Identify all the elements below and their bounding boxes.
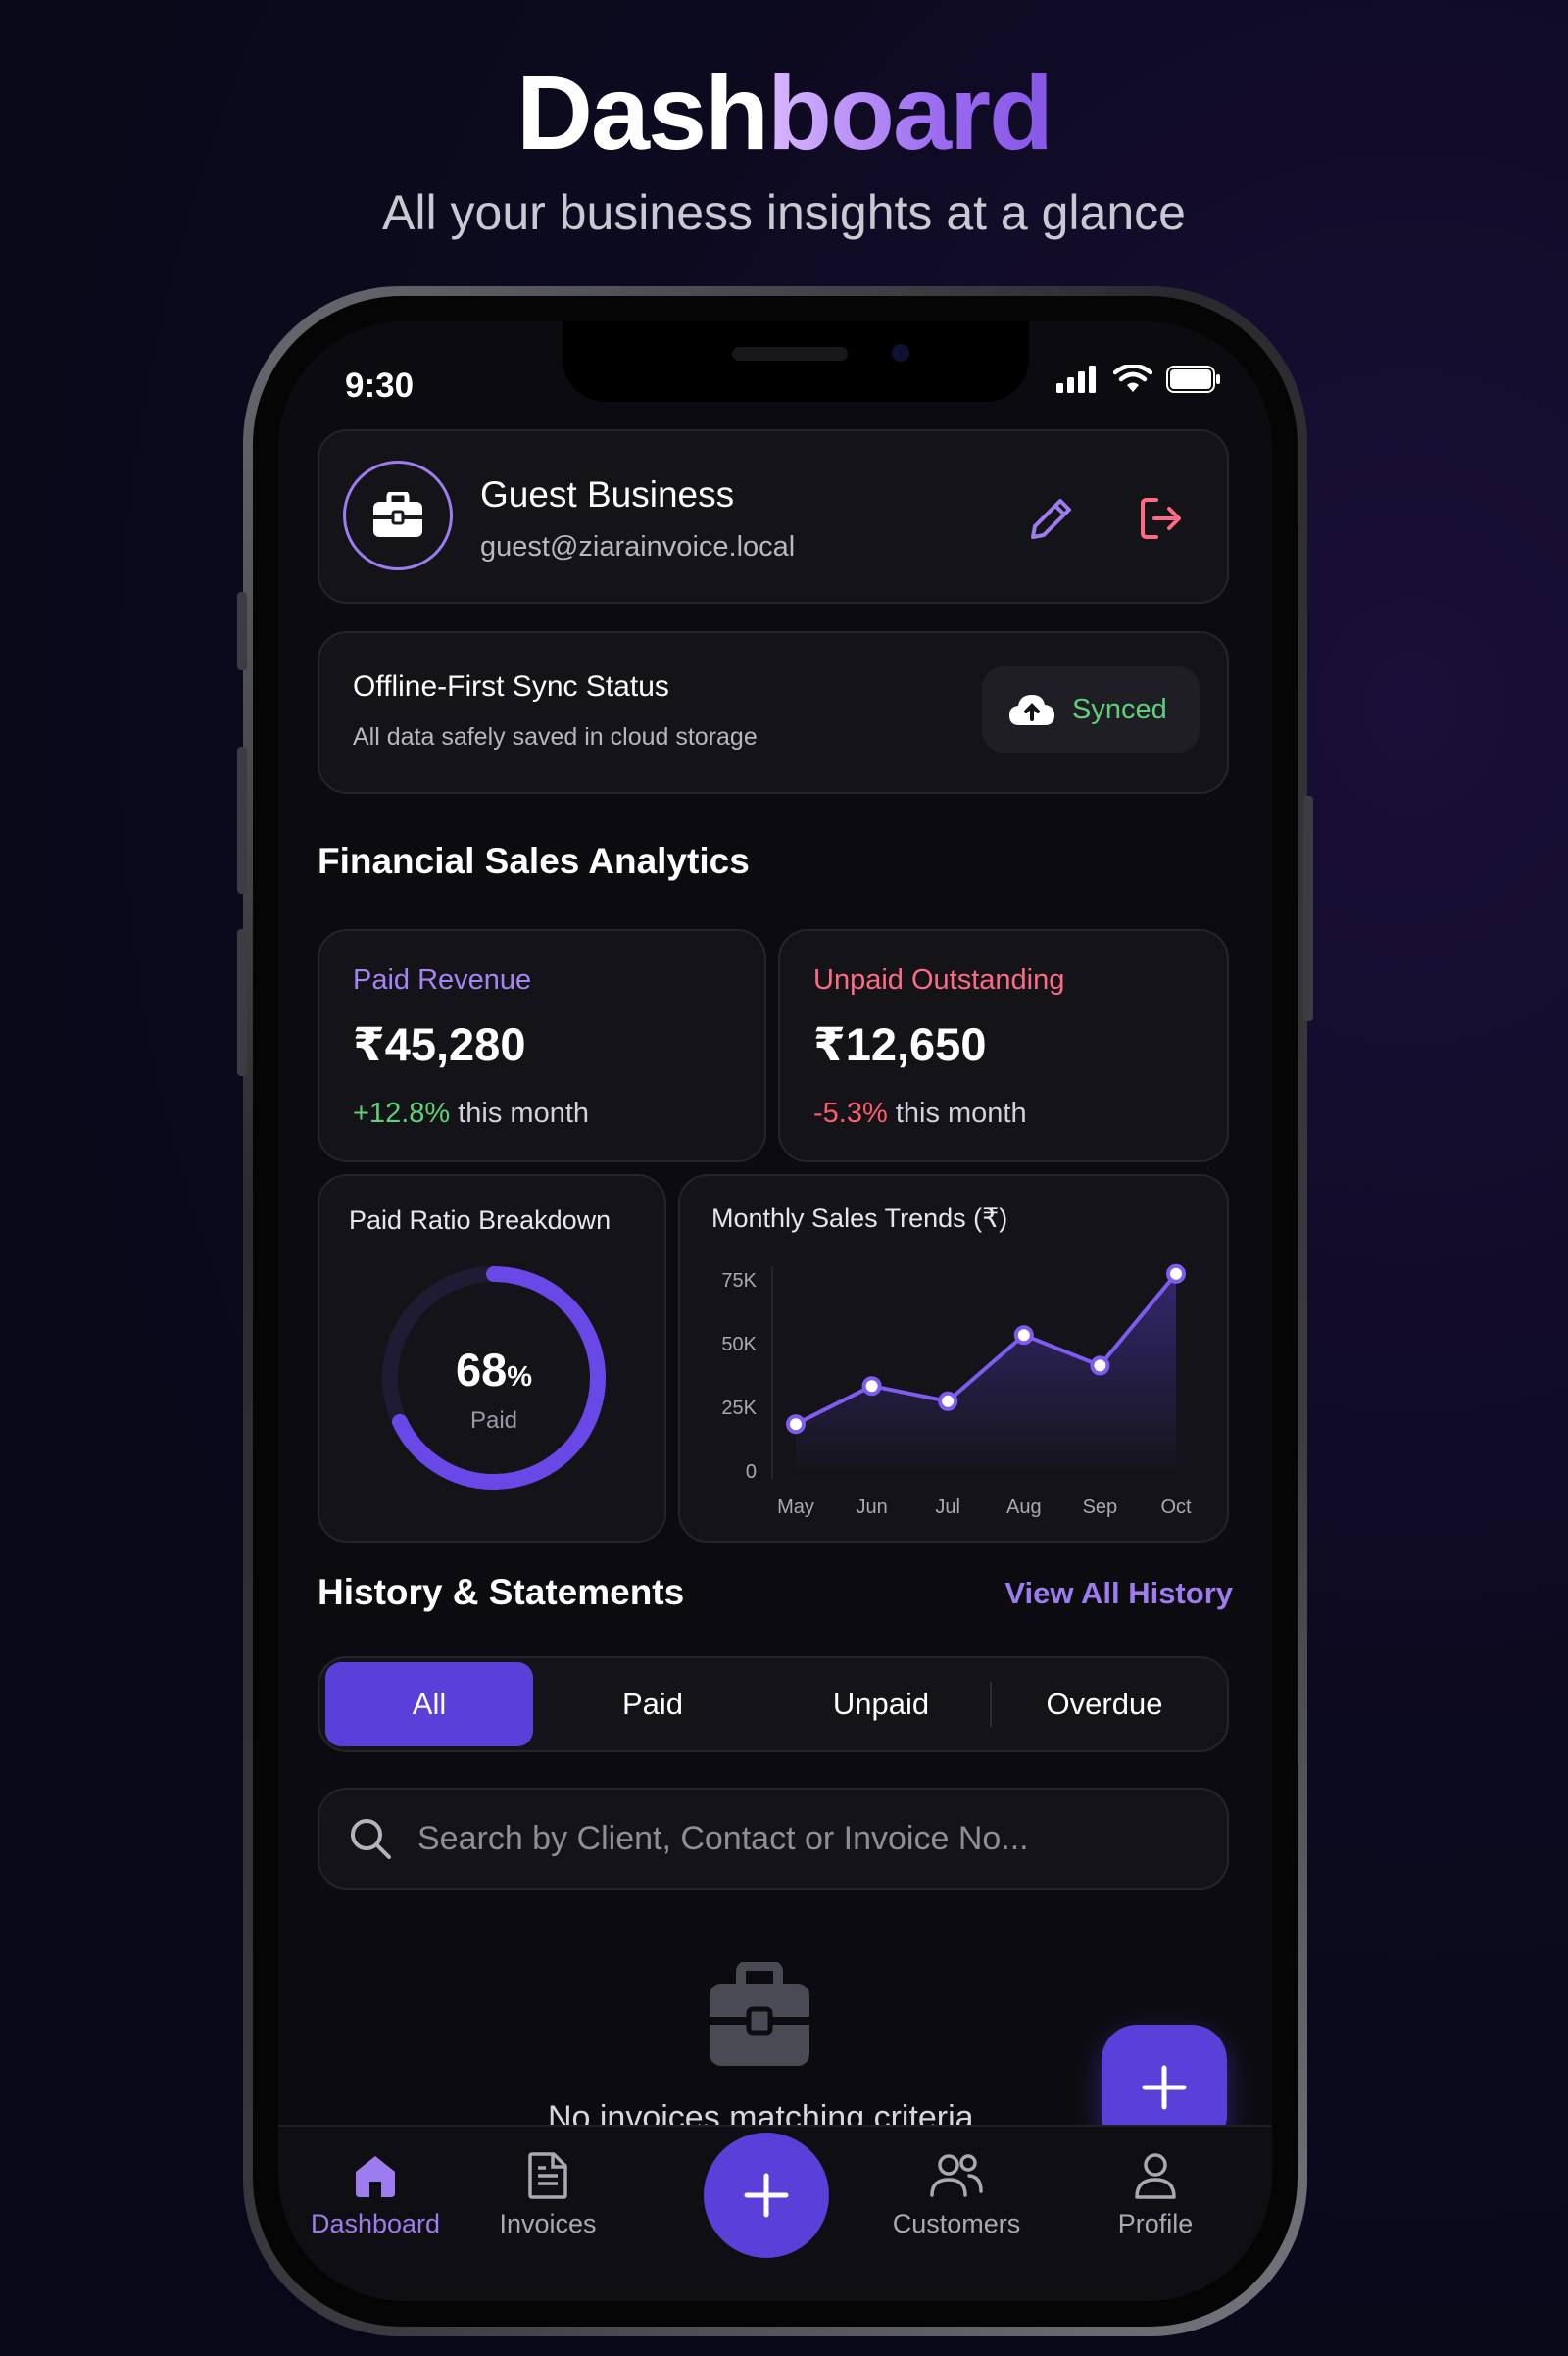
status-time: 9:30 [345,367,415,405]
data-point[interactable] [786,1414,806,1435]
nav-profile-label: Profile [1117,2209,1194,2238]
paid-revenue-card[interactable]: Paid Revenue ₹45,280 +12.8% this month [318,929,766,1162]
users-icon [930,2154,983,2197]
data-point[interactable] [1166,1263,1186,1284]
unpaid-outstanding-delta-row: -5.3% this month [813,1098,1027,1130]
paid-ratio-caption: Paid [469,1407,518,1434]
notch [563,321,1029,402]
data-point[interactable] [938,1391,958,1411]
analytics-section-title: Financial Sales Analytics [318,841,750,881]
paid-ratio-value: 68 [455,1344,508,1396]
paid-revenue-value: ₹45,280 [353,1018,526,1070]
volume-down-button [237,929,247,1076]
sync-status-text: Synced [1072,693,1167,725]
view-all-history-link[interactable]: View All History [1004,1576,1233,1611]
tab-all[interactable]: All [325,1662,533,1746]
y-tick-label: 25K [721,1398,757,1419]
tab-unpaid[interactable]: Unpaid [772,1662,990,1746]
power-button [1303,796,1313,1021]
bottom-navigation: Dashboard Invoices Customers Profile [278,2125,1272,2301]
search-placeholder: Search by Client, Contact or Invoice No.… [417,1819,1029,1857]
logout-icon[interactable] [1139,496,1184,541]
unpaid-outstanding-period: this month [895,1098,1027,1129]
mute-switch [237,592,247,670]
paid-ratio-title: Paid Ratio Breakdown [349,1205,612,1235]
battery-icon [1166,366,1220,393]
paid-revenue-period: this month [458,1098,590,1129]
wifi-icon [1113,365,1152,392]
unpaid-outstanding-value: ₹12,650 [813,1018,987,1070]
x-tick-label: Aug [1006,1497,1042,1518]
nav-dashboard[interactable]: Dashboard [302,2152,449,2239]
cloud-upload-icon [1009,695,1054,725]
x-tick-label: Sep [1083,1497,1118,1518]
document-icon [528,2152,567,2199]
tab-overdue[interactable]: Overdue [992,1662,1217,1746]
plus-icon [1142,2065,1187,2110]
phone-frame: 9:30 Guest Business guest@ziarainvoice.l… [237,286,1313,2336]
paid-ratio-value-row: 68% [372,1343,615,1397]
nav-invoices[interactable]: Invoices [474,2152,621,2239]
sync-status-card: Offline-First Sync Status All data safel… [318,631,1229,794]
nav-customers[interactable]: Customers [858,2152,1054,2239]
unpaid-outstanding-label: Unpaid Outstanding [813,964,1065,996]
data-point[interactable] [1013,1325,1034,1346]
sales-area [796,1273,1176,1470]
heading-part-1: Dash [515,53,769,172]
unpaid-outstanding-delta: -5.3% [813,1098,888,1129]
sync-status-badge[interactable]: Synced [982,666,1200,753]
paid-revenue-label: Paid Revenue [353,964,532,996]
nav-profile[interactable]: Profile [1082,2152,1229,2239]
status-filter-tabs: All Paid Unpaid Overdue [318,1656,1229,1752]
speaker [732,347,848,361]
data-point[interactable] [1090,1355,1110,1376]
sync-description: All data safely saved in cloud storage [353,723,758,751]
nav-invoices-label: Invoices [499,2209,597,2238]
y-tick-label: 0 [746,1461,757,1483]
search-icon [351,1819,391,1859]
profile-card: Guest Business guest@ziarainvoice.local [318,429,1229,604]
business-email: guest@ziarainvoice.local [480,531,796,563]
plus-icon [744,2173,789,2218]
signal-icon [1056,366,1096,393]
paid-ratio-unit: % [507,1361,533,1393]
sales-trend-card: Monthly Sales Trends (₹) 0 25K 50K 75K May J… [678,1174,1229,1543]
paid-revenue-delta: +12.8% [353,1098,451,1129]
home-icon [356,2156,395,2197]
x-tick-label: Jun [856,1497,887,1518]
edit-pencil-icon[interactable] [1029,496,1074,541]
y-tick-label: 50K [721,1334,757,1355]
business-name: Guest Business [480,474,735,515]
heading-part-2: board [767,53,1054,172]
nav-dashboard-label: Dashboard [310,2209,441,2238]
empty-briefcase-icon [710,1962,809,2066]
nav-create-button[interactable] [704,2133,829,2258]
briefcase-icon [373,492,422,537]
y-tick-label: 75K [721,1270,757,1292]
paid-ratio-card: Paid Ratio Breakdown 68% Paid [318,1174,666,1543]
unpaid-outstanding-card[interactable]: Unpaid Outstanding ₹12,650 -5.3% this mo… [778,929,1229,1162]
user-icon [1135,2153,1176,2199]
sales-trend-chart: 0 25K 50K 75K May Jun Jul Aug Sep Oct [721,1263,1192,1518]
invoice-search-input[interactable]: Search by Client, Contact or Invoice No.… [318,1788,1229,1890]
business-avatar[interactable] [343,461,453,570]
page-heading: Dashboard [0,51,1568,173]
history-section-title: History & Statements [318,1572,685,1612]
sync-title: Offline-First Sync Status [353,670,669,703]
app-screen: 9:30 Guest Business guest@ziarainvoice.l… [278,321,1272,2301]
data-point[interactable] [861,1376,882,1397]
paid-revenue-delta-row: +12.8% this month [353,1098,589,1130]
x-tick-label: Oct [1160,1497,1192,1518]
tab-paid[interactable]: Paid [533,1662,772,1746]
nav-customers-label: Customers [892,2209,1021,2238]
x-tick-label: May [777,1497,814,1518]
status-icons [1056,365,1221,394]
x-tick-label: Jul [935,1497,960,1518]
page-subtitle: All your business insights at a glance [382,185,1186,240]
volume-up-button [237,747,247,894]
front-camera [892,344,909,362]
